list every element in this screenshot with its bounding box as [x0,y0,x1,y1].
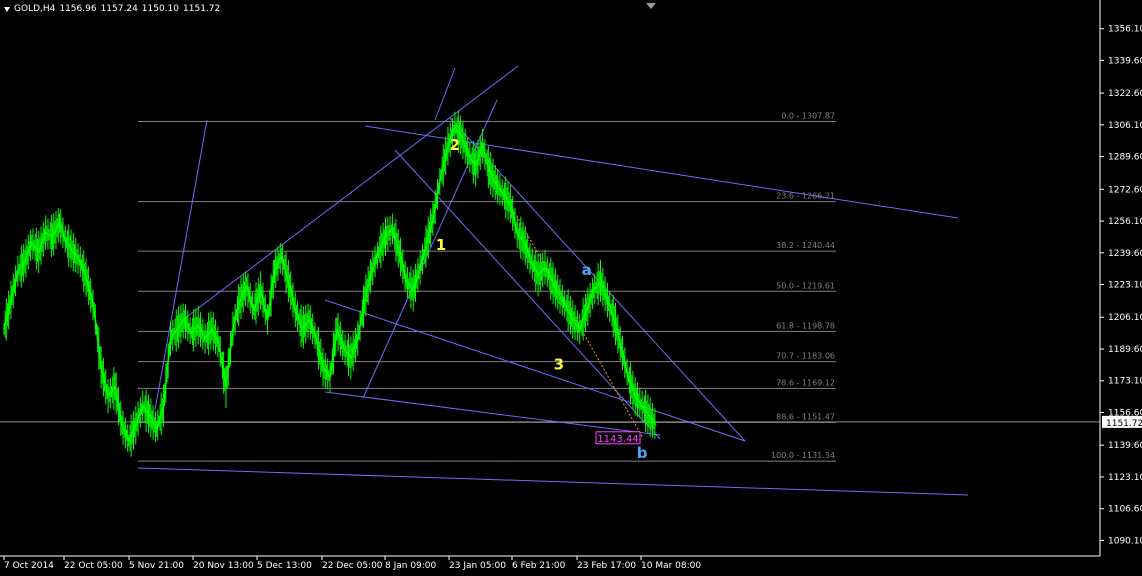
fib-label: 50.0 - 1219.61 [776,281,835,290]
trend-line [434,67,456,121]
wave-label: 3 [554,355,564,373]
x-tick-label: 22 Dec 05:00 [322,561,383,571]
y-tick-label: 1356.10 [1108,25,1142,35]
price-chart[interactable]: 0.0 - 1307.87 23.6 - 1266.21 38.2 - 1240.4… [0,0,1142,572]
trend-line [324,299,746,442]
close-value: 1151.72 [183,4,221,14]
y-tick-label: 1173.10 [1108,377,1142,387]
trend-line [154,119,208,411]
low-value: 1150.10 [141,4,180,14]
fib-label: 78.6 - 1169.12 [776,378,835,387]
chart-menu-triangle-icon[interactable] [4,6,10,12]
fib-label: 38.2 - 1240.44 [776,241,835,250]
trend-line [137,467,969,496]
wave-label: a [582,261,592,279]
y-tick-label: 1123.10 [1108,473,1142,483]
y-tick-label: 1090.10 [1108,536,1142,546]
x-tick-label: 20 Nov 13:00 [193,561,254,571]
y-tick-label: 1306.10 [1108,121,1142,131]
fib-label: 0.0 - 1307.87 [781,111,835,120]
fib-label: 100.0 - 1131.34 [771,451,835,460]
fib-label: 70.7 - 1183.06 [776,352,835,361]
x-tick-label: 23 Feb 17:00 [577,561,636,571]
trend-line [179,65,519,323]
x-tick-label: 5 Dec 13:00 [257,561,312,571]
x-tick-label: 22 Oct 05:00 [64,561,123,571]
y-tick-label: 1256.10 [1108,217,1142,227]
current-price-label: 1151.72 [1106,419,1142,429]
fib-label: 23.6 - 1266.21 [776,192,835,201]
chart-svg[interactable]: 0.0 - 1307.87 23.6 - 1266.21 38.2 - 1240.4… [0,0,1142,572]
x-tick-label: 7 Oct 2014 [4,561,54,571]
y-tick-label: 1223.10 [1108,281,1142,291]
y-tick-label: 1289.60 [1108,153,1142,163]
y-tick-label: 1239.60 [1108,249,1142,259]
chart-header: GOLD,H4 1156.96 1157.24 1150.10 1151.72 [4,4,220,14]
y-tick-label: 1322.60 [1108,89,1142,99]
x-tick-label: 10 Mar 08:00 [641,561,701,571]
x-tick-label: 6 Feb 21:00 [512,561,566,571]
x-tick-label: 5 Nov 21:00 [129,561,184,571]
y-tick-label: 1206.10 [1108,313,1142,323]
high-value: 1157.24 [100,4,138,14]
wave-label: 1 [436,236,446,254]
marked-price-label: 1143.44 [597,434,638,445]
x-tick-label: 8 Jan 09:00 [385,561,437,571]
chart-shift-marker-icon[interactable] [646,3,656,9]
wave-label: b [637,444,648,462]
open-value: 1156.96 [59,4,97,14]
fib-label: 61.8 - 1198.78 [776,321,835,330]
y-tick-label: 1189.60 [1108,345,1142,355]
y-tick-label: 1272.60 [1108,185,1142,195]
axes-layer: 1356.10 1339.60 1322.60 1306.10 1289.60 1272.… [0,0,1142,571]
fib-label: 88.6 - 1151.47 [776,412,835,421]
y-tick-label: 1339.60 [1108,56,1142,66]
price-series-layer [3,110,657,457]
wave-label: 2 [450,136,460,154]
trend-line [324,391,661,436]
y-tick-label: 1106.60 [1108,505,1142,515]
x-tick-label: 23 Jan 05:00 [449,561,506,571]
symbol-label: GOLD,H4 [14,4,56,14]
y-tick-label: 1139.60 [1108,441,1142,451]
